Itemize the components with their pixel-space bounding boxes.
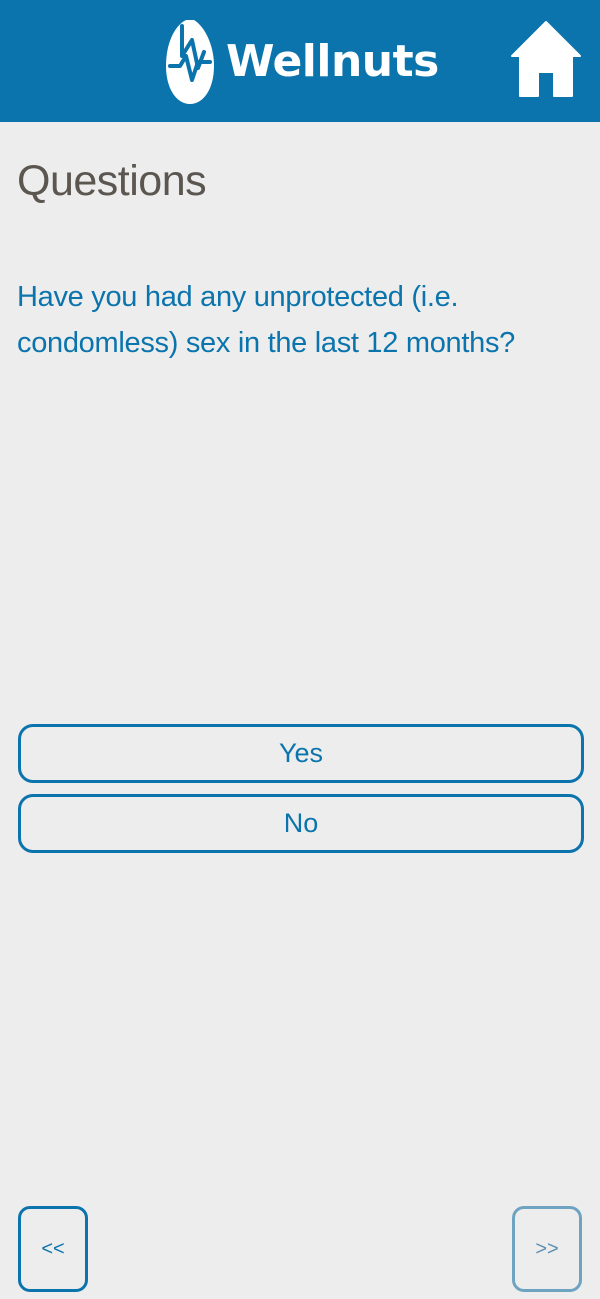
- brand-logo: Wellnuts: [164, 16, 439, 108]
- brand-name: Wellnuts: [226, 36, 439, 87]
- home-icon: [511, 21, 581, 97]
- home-button[interactable]: [510, 18, 582, 100]
- previous-label: <<: [41, 1237, 65, 1260]
- app-header: Wellnuts: [0, 0, 600, 122]
- answer-yes-label: Yes: [278, 738, 324, 768]
- next-button[interactable]: >>: [512, 1206, 582, 1292]
- previous-button[interactable]: <<: [18, 1206, 88, 1292]
- question-text: Have you had any unprotected (i.e. condo…: [17, 281, 515, 359]
- page-title: Questions: [17, 157, 207, 205]
- answer-no-button[interactable]: No: [18, 794, 584, 853]
- wellnuts-logo-icon: [166, 20, 214, 104]
- answer-no-label: No: [283, 808, 319, 838]
- answer-yes-button[interactable]: Yes: [18, 724, 584, 783]
- next-label: >>: [535, 1237, 559, 1260]
